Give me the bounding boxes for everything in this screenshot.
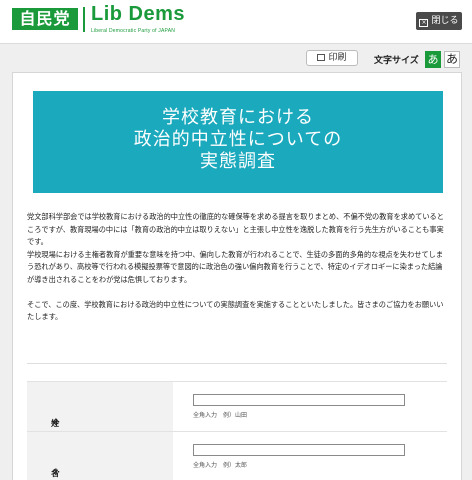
survey-form: 姓 ※ 全角入力 例）山田 名 ※ 全角入力 例）太郎	[27, 381, 447, 480]
required-mark: ※	[52, 468, 60, 477]
survey-title-line-1: 学校教育における	[162, 107, 314, 128]
required-mark: ※	[52, 418, 60, 427]
intro-paragraph-3: そこで、この度、学校教育における政治的中立性についての実態調査を実施することとい…	[27, 299, 444, 322]
intro-paragraph-2: 学校現場における主権者教育が重要な意味を持つ中、偏向した教育が行われることで、生…	[27, 249, 444, 284]
close-icon: ×	[419, 19, 429, 27]
first-name-input[interactable]	[193, 444, 405, 456]
survey-intro: 党文部科学部会では学校教育における政治的中立性の徹底的な確保等を求める提言を取り…	[27, 211, 449, 324]
ldp-logo-jp: 自民党	[12, 8, 78, 30]
font-size-large-button[interactable]: あ	[444, 51, 460, 68]
font-size-label: 文字サイズ	[374, 56, 419, 66]
field-label-cell: 名 ※	[27, 432, 173, 480]
form-row-last-name: 姓 ※ 全角入力 例）山田	[27, 381, 447, 431]
ldp-logo-subtitle: Liberal Democratic Party of JAPAN	[91, 28, 176, 34]
print-button[interactable]: 印刷	[306, 50, 358, 66]
ldp-logo-en: Lib Dems	[91, 3, 186, 25]
survey-title-line-3: 実態調査	[200, 151, 276, 172]
font-size-small-button[interactable]: あ	[425, 51, 441, 68]
survey-title-banner: 学校教育における 政治的中立性についての 実態調査	[33, 91, 443, 193]
printer-icon	[317, 54, 326, 61]
close-button-label: 閉じる	[431, 16, 459, 26]
intro-paragraph-1: 党文部科学部会では学校教育における政治的中立性の徹底的な確保等を求める提言を取り…	[27, 212, 444, 247]
survey-title-line-2: 政治的中立性についての	[133, 129, 343, 150]
survey-card: 学校教育における 政治的中立性についての 実態調査 党文部科学部会では学校教育に…	[12, 72, 462, 480]
last-name-hint: 全角入力 例）山田	[193, 412, 248, 419]
toolbar: 印刷 文字サイズ	[0, 48, 472, 68]
field-label-cell: 姓 ※	[27, 382, 173, 431]
first-name-hint: 全角入力 例）太郎	[193, 462, 248, 469]
close-button[interactable]: × 閉じる	[416, 12, 462, 30]
divider	[27, 363, 447, 364]
form-row-first-name: 名 ※ 全角入力 例）太郎	[27, 431, 447, 480]
last-name-input[interactable]	[193, 394, 405, 406]
logo-divider	[83, 7, 85, 32]
site-header: 自民党 Lib Dems Liberal Democratic Party of…	[0, 0, 472, 44]
print-button-label: 印刷	[328, 53, 347, 63]
